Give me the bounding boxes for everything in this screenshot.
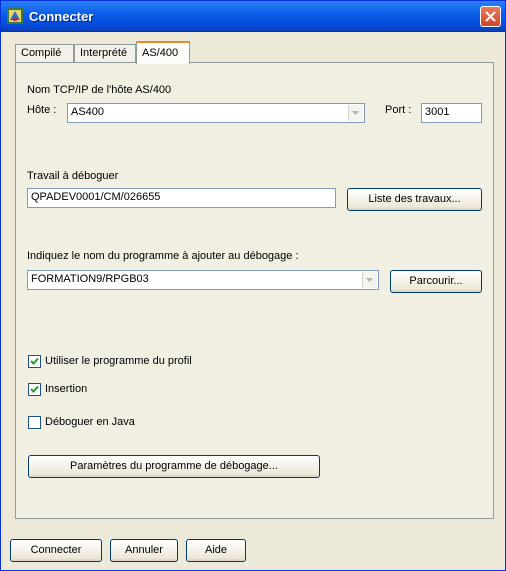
- port-label: Port :: [385, 104, 412, 116]
- cancel-button[interactable]: Annuler: [110, 539, 178, 562]
- tab-compile-label: Compilé: [21, 47, 62, 59]
- title-bar[interactable]: Connecter: [1, 1, 505, 32]
- tab-as400-label: AS/400: [142, 47, 179, 59]
- connect-dialog: Connecter Compilé Interprété AS/400 Nom …: [0, 0, 506, 571]
- close-icon: [485, 11, 496, 22]
- tab-panel-as400: Nom TCP/IP de l'hôte AS/400 Hôte : AS400…: [15, 62, 494, 519]
- host-section-label: Nom TCP/IP de l'hôte AS/400: [27, 84, 172, 96]
- chevron-down-icon: [366, 278, 373, 282]
- connect-button[interactable]: Connecter: [10, 539, 102, 562]
- tab-as400[interactable]: AS/400: [136, 41, 190, 64]
- job-input[interactable]: QPADEV0001/CM/026655: [27, 188, 336, 208]
- host-value: AS400: [71, 106, 105, 118]
- list-jobs-button[interactable]: Liste des travaux...: [347, 188, 482, 211]
- tab-interprete[interactable]: Interprété: [74, 44, 136, 62]
- use-profile-program-checkbox[interactable]: [28, 355, 41, 368]
- job-value: QPADEV0001/CM/026655: [31, 191, 161, 203]
- window-title: Connecter: [29, 9, 94, 24]
- help-button[interactable]: Aide: [186, 539, 246, 562]
- program-label: Indiquez le nom du programme à ajouter a…: [27, 250, 299, 262]
- port-value: 3001: [425, 106, 450, 118]
- program-combo[interactable]: FORMATION9/RPGB03: [27, 270, 379, 290]
- job-label: Travail à déboguer: [27, 170, 119, 182]
- close-button[interactable]: [480, 6, 501, 27]
- debug-params-button[interactable]: Paramètres du programme de débogage...: [28, 455, 320, 478]
- tab-interprete-label: Interprété: [80, 47, 128, 59]
- tab-compile[interactable]: Compilé: [15, 44, 74, 62]
- browse-button[interactable]: Parcourir...: [390, 270, 482, 293]
- program-value: FORMATION9/RPGB03: [31, 273, 149, 285]
- debug-java-label[interactable]: Déboguer en Java: [45, 416, 135, 428]
- host-label: Hôte :: [27, 104, 57, 116]
- app-icon: [7, 8, 23, 24]
- use-profile-program-label[interactable]: Utiliser le programme du profil: [45, 355, 192, 367]
- chevron-down-icon: [352, 111, 359, 115]
- check-icon: [30, 385, 39, 393]
- insertion-checkbox[interactable]: [28, 383, 41, 396]
- host-dropdown-button[interactable]: [348, 105, 363, 121]
- host-combo[interactable]: AS400: [67, 103, 365, 123]
- insertion-label[interactable]: Insertion: [45, 383, 87, 395]
- panel-body: Nom TCP/IP de l'hôte AS/400 Hôte : AS400…: [16, 63, 493, 518]
- check-icon: [30, 357, 39, 365]
- program-dropdown-button[interactable]: [362, 272, 377, 288]
- port-input[interactable]: 3001: [421, 103, 482, 123]
- debug-java-checkbox[interactable]: [28, 416, 41, 429]
